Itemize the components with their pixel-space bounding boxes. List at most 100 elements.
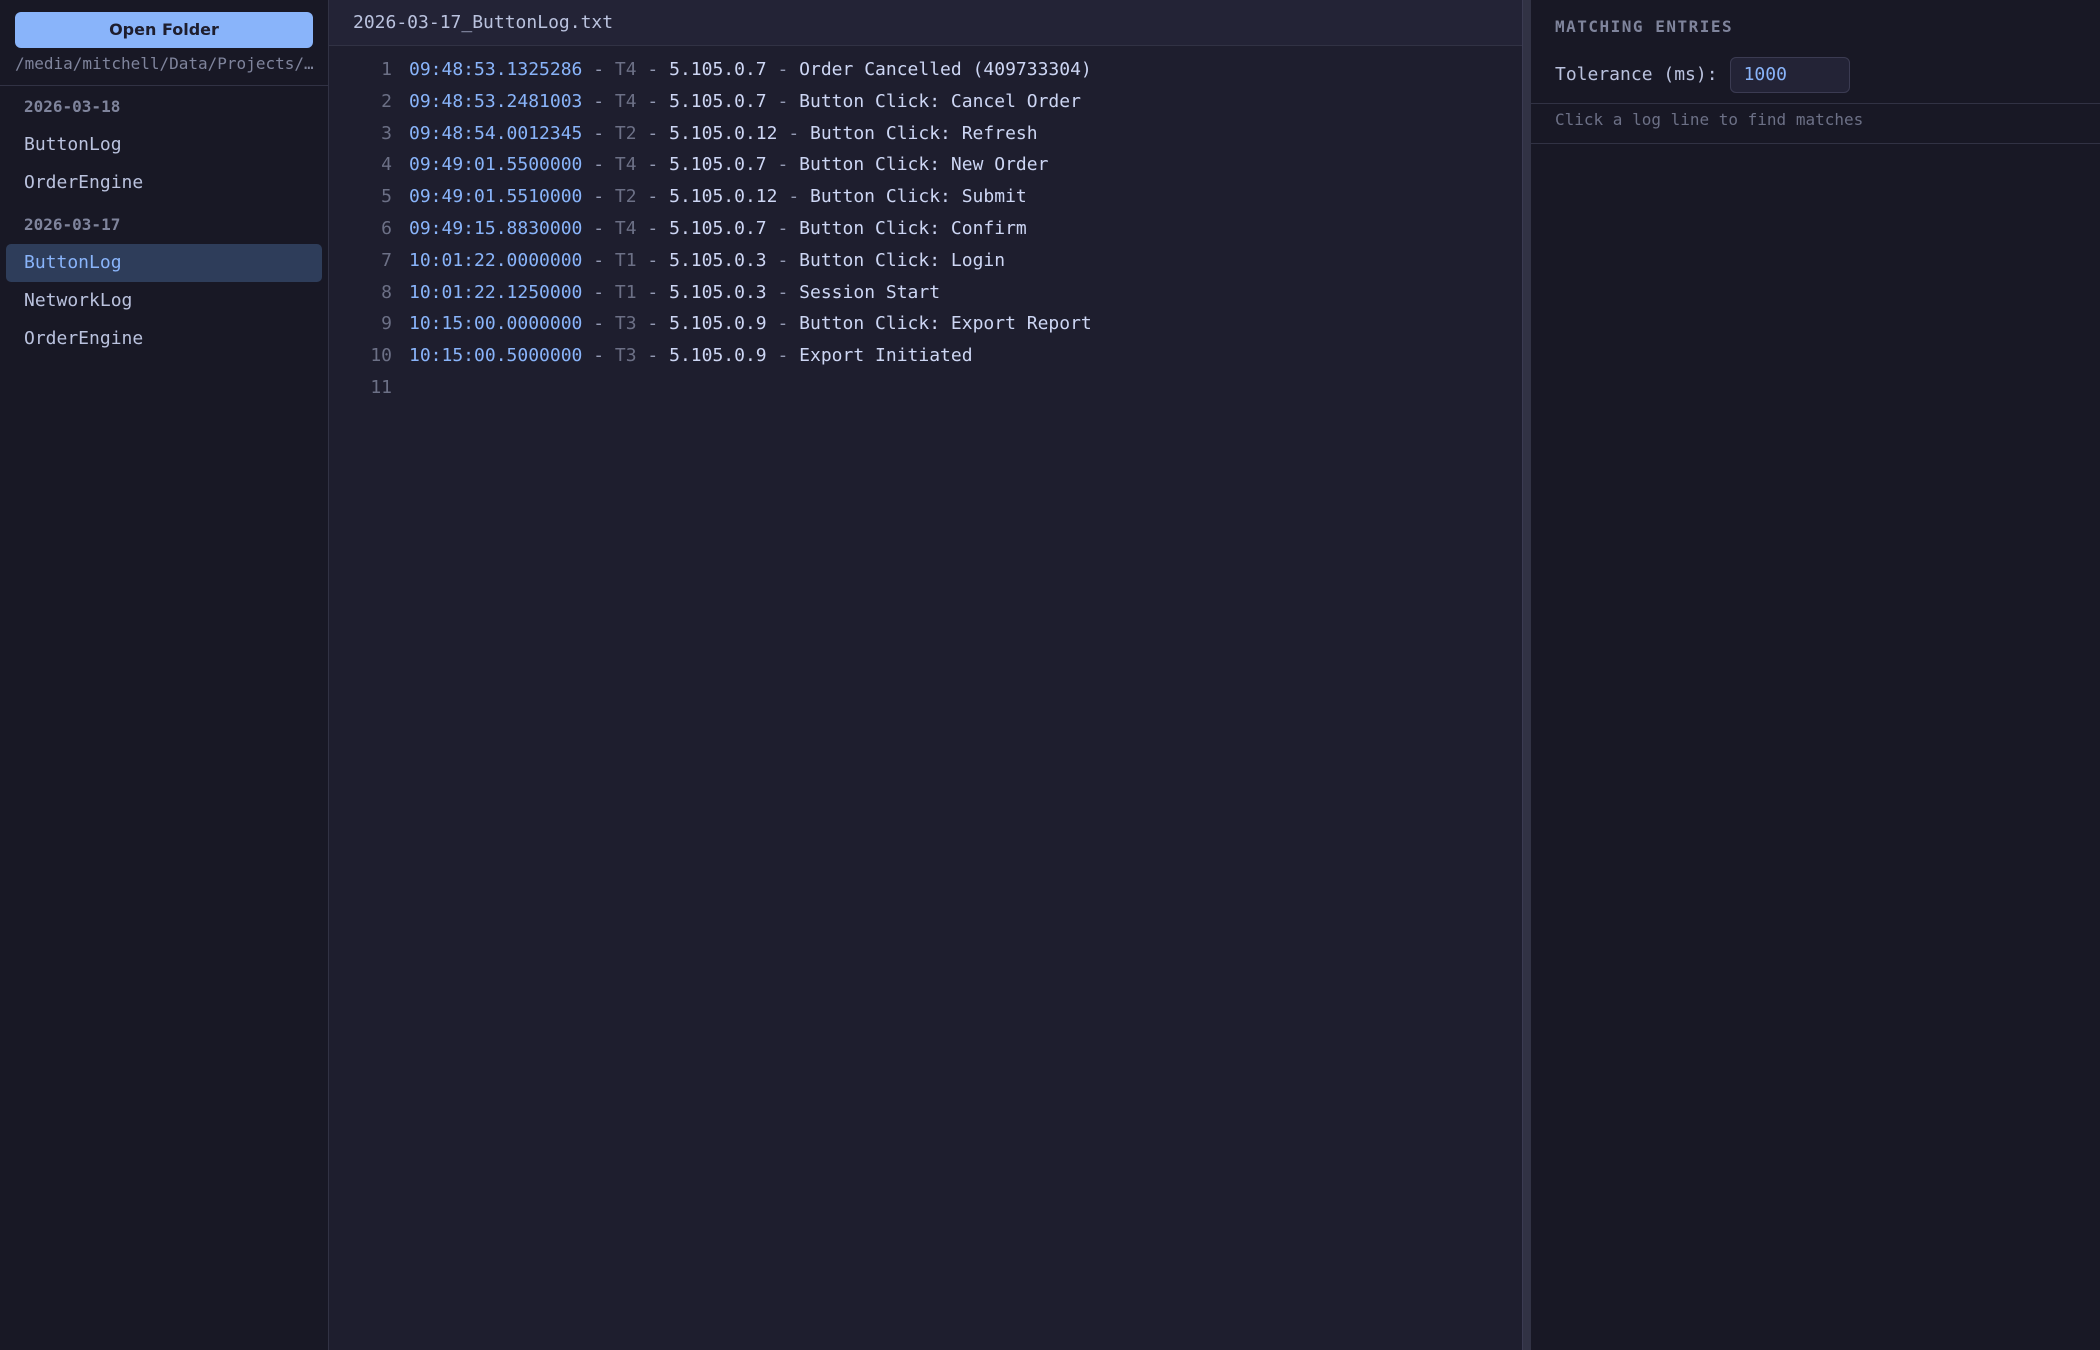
version: 5.105.0.7 [669,154,767,176]
timestamp: 09:49:15.8830000 [409,217,583,239]
file-item-orderengine[interactable]: OrderEngine [6,164,322,202]
tolerance-row: Tolerance (ms): [1531,46,2100,104]
separator: - [636,122,670,144]
separator: - [636,313,670,335]
matches-hint: Click a log line to find matches [1531,104,2100,144]
separator: - [636,154,670,176]
line-number: 4 [381,154,392,176]
matching-entries-title: MATCHING ENTRIES [1555,17,1734,36]
thread-id: T4 [614,59,637,80]
separator: - [766,313,800,335]
log-line[interactable]: 4 09:49:01.5500000 - T4 - 5.105.0.7 - But… [329,149,1522,181]
thread-id: T3 [614,345,637,367]
log-line[interactable]: 11 [329,372,1522,404]
separator: - [766,90,800,112]
version: 5.105.0.12 [669,122,778,144]
message: Button Click: Login [799,249,1006,271]
file-item-buttonlog[interactable]: ButtonLog [6,126,322,164]
thread-id: T4 [614,217,637,239]
separator: - [636,249,670,271]
separator: - [636,186,670,208]
log-line[interactable]: 1 09:48:53.1325286 - T4 - 5.105.0.7 - Ord… [329,54,1522,86]
version: 5.105.0.9 [669,345,767,367]
message: Button Click: New Order [799,154,1049,176]
separator: - [636,59,670,80]
log-line[interactable]: 6 09:49:15.8830000 - T4 - 5.105.0.7 - But… [329,213,1522,245]
timestamp: 10:01:22.1250000 [409,281,583,303]
sidebar-header: Open Folder /media/mitchell/Data/Project… [0,0,328,86]
thread-id: T1 [614,281,637,303]
line-text [392,372,409,404]
tolerance-input[interactable] [1729,56,1850,93]
date-group-label: 2026-03-17 [24,215,121,234]
version: 5.105.0.9 [669,313,767,335]
timestamp: 10:15:00.0000000 [409,313,583,335]
timestamp: 10:15:00.5000000 [409,345,583,367]
line-number: 9 [381,313,392,335]
separator: - [636,217,670,239]
separator: - [582,249,615,271]
matching-entries-panel: MATCHING ENTRIES Tolerance (ms): Click a… [1531,0,2100,1350]
open-folder-button[interactable]: Open Folder [15,12,313,48]
separator: - [636,281,670,303]
separator: - [636,90,670,112]
log-line[interactable]: 3 09:48:54.0012345 - T2 - 5.105.0.12 - Bu… [329,118,1522,150]
tolerance-label: Tolerance (ms): [1555,64,1718,85]
version: 5.105.0.7 [669,90,767,112]
line-number: 1 [381,59,392,80]
log-line[interactable]: 10 10:15:00.5000000 - T3 - 5.105.0.9 - Ex… [329,340,1522,372]
version: 5.105.0.3 [669,249,767,271]
timestamp: 09:48:53.2481003 [409,90,583,112]
line-text: 09:49:01.5500000 - T4 - 5.105.0.7 - Butt… [392,149,1048,181]
line-number: 3 [381,122,392,144]
timestamp: 09:49:01.5510000 [409,186,583,208]
separator: - [766,217,800,239]
log-lines: 1 09:48:53.1325286 - T4 - 5.105.0.7 - Ord… [329,46,1522,404]
message: Order Cancelled (409733304) [799,59,1092,80]
separator: - [582,122,615,144]
separator: - [766,154,800,176]
message: Button Click: Refresh [810,122,1038,144]
line-number: 8 [381,281,392,303]
separator: - [636,345,670,367]
log-line[interactable]: 9 10:15:00.0000000 - T3 - 5.105.0.9 - But… [329,308,1522,340]
separator: - [766,345,800,367]
separator: - [777,122,810,144]
thread-id: T3 [614,313,637,335]
timestamp: 10:01:22.0000000 [409,249,583,271]
thread-id: T1 [614,249,637,271]
file-item-networklog[interactable]: NetworkLog [6,282,322,320]
file-tab[interactable]: 2026-03-17_ButtonLog.txt [329,0,1522,46]
version: 5.105.0.7 [669,217,767,239]
message: Button Click: Cancel Order [799,90,1081,112]
line-text: 10:01:22.0000000 - T1 - 5.105.0.3 - Butt… [392,245,1005,277]
date-group-label: 2026-03-18 [24,97,121,116]
thread-id: T2 [614,186,637,208]
file-item-buttonlog-active[interactable]: ButtonLog [6,244,322,282]
timestamp: 09:49:01.5500000 [409,154,583,176]
line-number: 5 [381,186,392,208]
version: 5.105.0.3 [669,281,767,303]
folder-path: /media/mitchell/Data/Projects/LogViewer/… [15,54,315,73]
log-line[interactable]: 7 10:01:22.0000000 - T1 - 5.105.0.3 - But… [329,245,1522,277]
line-text: 10:15:00.5000000 - T3 - 5.105.0.9 - Expo… [392,340,973,372]
separator: - [582,281,615,303]
timestamp: 09:48:54.0012345 [409,122,583,144]
line-text: 09:49:01.5510000 - T2 - 5.105.0.12 - But… [392,181,1027,213]
version: 5.105.0.7 [669,59,767,80]
file-item-orderengine[interactable]: OrderEngine [6,320,322,358]
message: Button Click: Submit [810,186,1027,208]
separator: - [582,90,615,112]
separator: - [766,249,800,271]
separator: - [777,186,810,208]
separator: - [582,345,615,367]
line-text: 09:48:53.2481003 - T4 - 5.105.0.7 - Butt… [392,86,1081,118]
separator: - [582,186,615,208]
panel-resize-handle[interactable] [1522,0,1531,1350]
separator: - [766,59,800,80]
log-line[interactable]: 2 09:48:53.2481003 - T4 - 5.105.0.7 - But… [329,86,1522,118]
log-line[interactable]: 8 10:01:22.1250000 - T1 - 5.105.0.3 - Ses… [329,277,1522,309]
log-line[interactable]: 5 09:49:01.5510000 - T2 - 5.105.0.12 - Bu… [329,181,1522,213]
line-text: 10:15:00.0000000 - T3 - 5.105.0.9 - Butt… [392,308,1092,340]
thread-id: T4 [614,90,637,112]
